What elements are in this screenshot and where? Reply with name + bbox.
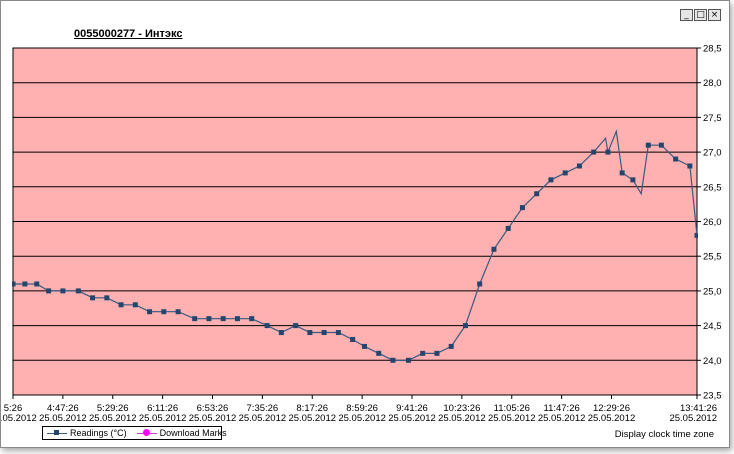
y-tick-label: 27,5: [703, 113, 722, 124]
legend-label-download-marks: Download Marks: [159, 428, 227, 438]
x-tick-date: 25.05.2012: [189, 413, 237, 424]
readings-data-point: [420, 350, 426, 356]
readings-data-point: [362, 343, 367, 349]
readings-data-point: [462, 323, 468, 329]
readings-data-point: [147, 309, 153, 315]
x-tick-date: 25.05.2012: [438, 413, 486, 424]
y-tick-label: 26,0: [703, 217, 722, 228]
readings-data-point: [505, 225, 511, 231]
readings-data-point: [307, 330, 313, 336]
readings-data-point: [630, 177, 636, 183]
readings-data-point: [548, 177, 554, 183]
readings-data-point: [519, 205, 525, 211]
legend-item-readings[interactable]: Readings (°C): [47, 428, 127, 438]
x-tick-date: 25.05.2012: [388, 413, 436, 424]
readings-data-point: [694, 232, 698, 238]
chart-window: _ □ × 0055000277 - Интэкс 23,5 24,0 24,5 25…: [0, 0, 730, 448]
readings-data-point: [658, 142, 664, 148]
readings-data-point: [491, 246, 497, 252]
readings-data-point: [34, 281, 40, 287]
y-tick-label: 26,5: [703, 182, 722, 193]
readings-data-point: [673, 156, 679, 162]
readings-data-point: [562, 170, 568, 176]
readings-data-point: [434, 350, 440, 356]
readings-data-point: [477, 281, 483, 287]
y-tick-label: 25,5: [703, 252, 722, 263]
readings-data-point: [234, 316, 240, 322]
readings-data-point: [75, 288, 81, 294]
readings-data-point: [405, 357, 411, 363]
legend-label-readings: Readings (°C): [70, 428, 127, 438]
x-tick-date: 25.05.2012: [89, 413, 137, 424]
clock-timezone-note: Display clock time zone: [614, 429, 714, 440]
readings-data-point: [576, 163, 582, 169]
readings-data-point: [175, 309, 181, 315]
x-tick-date: 25.05.2012: [1, 413, 37, 424]
readings-data-point: [278, 330, 284, 336]
readings-data-point: [192, 316, 198, 322]
x-tick-date: 25.05.2012: [288, 413, 336, 424]
y-tick-label: 23,5: [703, 391, 722, 402]
y-tick-label: 28,5: [703, 44, 722, 55]
download-legend-swatch: [136, 429, 157, 437]
x-tick-date: 25.05.2012: [338, 413, 386, 424]
readings-data-point: [46, 288, 52, 294]
readings-data-point: [22, 281, 28, 287]
readings-data-point: [118, 302, 124, 308]
y-tick-label: 24,0: [703, 356, 722, 367]
x-tick-date: 25.05.2012: [538, 413, 586, 424]
readings-data-point: [220, 316, 226, 322]
readings-data-point: [132, 302, 138, 308]
readings-data-point: [90, 295, 96, 301]
x-tick-date: 25.05.2012: [488, 413, 536, 424]
readings-data-point: [376, 350, 382, 356]
x-tick-date: 25.05.2012: [588, 413, 636, 424]
readings-data-point: [12, 281, 16, 287]
chart-legend: Readings (°C) Download Marks: [42, 426, 227, 440]
x-tick-date: 25.05.2012: [139, 413, 187, 424]
readings-data-point: [321, 330, 327, 336]
readings-data-point: [264, 323, 270, 329]
readings-data-point: [104, 295, 110, 301]
y-tick-label: 25,0: [703, 286, 722, 297]
readings-data-point: [293, 323, 299, 329]
temperature-chart: 23,5 24,0 24,5 25,0 25,5 26,0 26,5 27,0 27,5 28,0…: [1, 44, 722, 425]
readings-data-point: [591, 149, 597, 155]
x-tick-date: 25.05.2012: [239, 413, 287, 424]
readings-data-point: [350, 336, 356, 342]
readings-data-point: [605, 149, 611, 155]
readings-data-point: [645, 142, 651, 148]
y-tick-label: 27,0: [703, 148, 722, 159]
readings-data-point: [335, 330, 341, 336]
readings-data-point: [534, 191, 540, 197]
readings-data-point: [687, 163, 693, 169]
y-tick-label: 28,0: [703, 78, 722, 89]
y-tick-label: 24,5: [703, 321, 722, 332]
x-tick-date: 25.05.2012: [39, 413, 87, 424]
readings-data-point: [206, 316, 212, 322]
legend-item-download-marks[interactable]: Download Marks: [136, 428, 227, 438]
readings-data-point: [390, 357, 396, 363]
readings-data-point: [619, 170, 625, 176]
readings-data-point: [249, 316, 255, 322]
readings-legend-swatch: [47, 429, 67, 437]
readings-data-point: [60, 288, 66, 294]
readings-data-point: [161, 309, 167, 315]
x-tick-date: 25.05.2012: [669, 413, 717, 424]
readings-data-point: [448, 343, 454, 349]
